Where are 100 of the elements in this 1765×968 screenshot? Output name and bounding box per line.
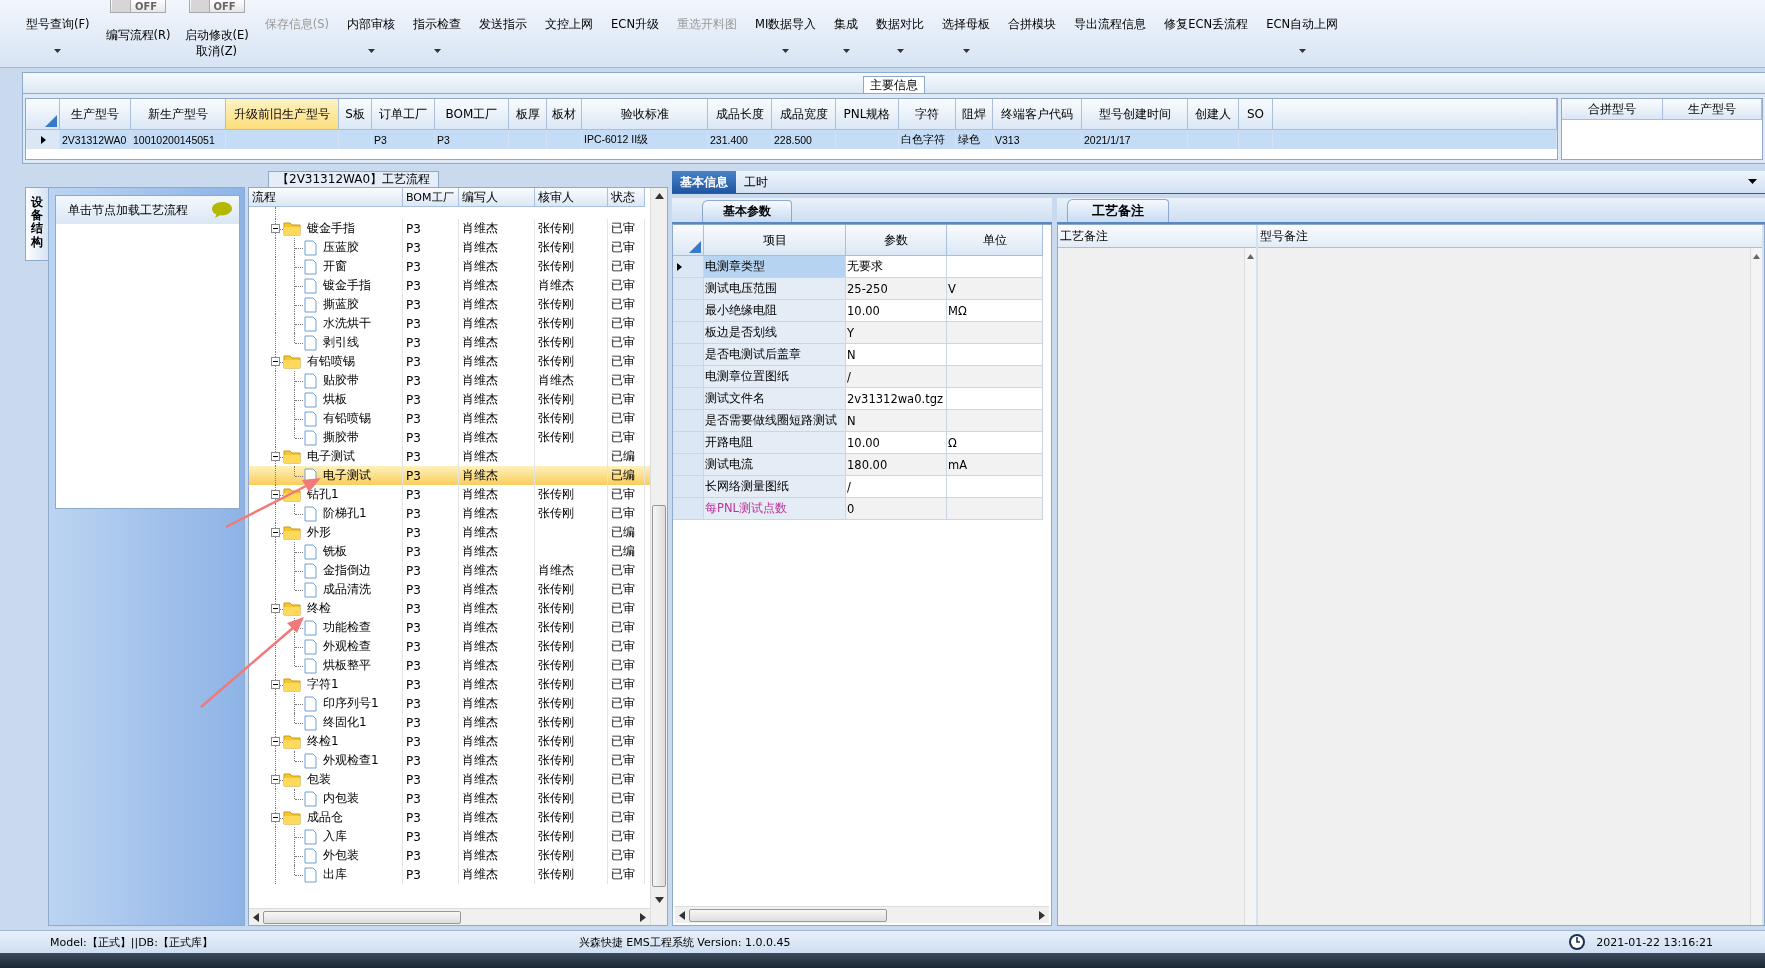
tree-row[interactable]: 有铅喷锡 P3 肖维杰 张传刚 已审 <box>249 409 650 428</box>
tree-row[interactable]: 金指倒边 P3 肖维杰 肖维杰 已审 <box>249 561 650 580</box>
scrollbar[interactable] <box>1244 248 1256 925</box>
column-header[interactable]: 状态 <box>608 188 645 207</box>
tree-row[interactable]: 终检1 P3 肖维杰 张传刚 已审 <box>249 732 650 751</box>
scroll-left-icon[interactable] <box>679 910 685 920</box>
tree-row[interactable]: 撕蓝胶 P3 肖维杰 张传刚 已审 <box>249 295 650 314</box>
column-header[interactable]: 编写人 <box>459 188 535 207</box>
expander-icon[interactable] <box>271 452 280 461</box>
expander-icon[interactable] <box>271 680 280 689</box>
toolbar-button[interactable]: 修复ECN丢流程 <box>1162 13 1251 59</box>
toggle-switch[interactable]: OFF <box>188 0 245 13</box>
tree-row[interactable]: 终固化1 P3 肖维杰 张传刚 已审 <box>249 713 650 732</box>
tab[interactable]: 工艺备注 <box>1067 199 1169 222</box>
tab[interactable]: 基本信息 <box>672 171 736 193</box>
tree-row[interactable]: 包装 P3 肖维杰 张传刚 已审 <box>249 770 650 789</box>
scroll-up-icon[interactable] <box>654 193 664 199</box>
column-header[interactable]: 终端客户代码 <box>993 99 1082 130</box>
column-header[interactable]: 字符 <box>899 99 956 130</box>
dropdown-icon[interactable] <box>1748 179 1757 184</box>
column-header[interactable]: S板 <box>339 99 372 130</box>
column-header[interactable]: 参数 <box>846 225 947 256</box>
expander-icon[interactable] <box>271 813 280 822</box>
tree-row[interactable]: 压蓝胶 P3 肖维杰 张传刚 已审 <box>249 238 650 257</box>
scroll-right-icon[interactable] <box>640 912 646 922</box>
column-header[interactable]: 创建人 <box>1188 99 1239 130</box>
tree-row[interactable]: 外包装 P3 肖维杰 张传刚 已审 <box>249 846 650 865</box>
tree-row[interactable]: 成品清洗 P3 肖维杰 张传刚 已审 <box>249 580 650 599</box>
tree-row[interactable]: 撕胶带 P3 肖维杰 张传刚 已审 <box>249 428 650 447</box>
tree-row[interactable]: 字符1 P3 肖维杰 张传刚 已审 <box>249 675 650 694</box>
tree-row[interactable]: 烘板整平 P3 肖维杰 张传刚 已审 <box>249 656 650 675</box>
tree-row[interactable]: 贴胶带 P3 肖维杰 肖维杰 已审 <box>249 371 650 390</box>
expander-icon[interactable] <box>271 737 280 746</box>
expander-icon[interactable] <box>271 528 280 537</box>
toolbar-button[interactable]: ECN升级 <box>609 13 661 59</box>
expander-icon[interactable] <box>271 490 280 499</box>
tree-row[interactable]: 终检 P3 肖维杰 张传刚 已审 <box>249 599 650 618</box>
column-header[interactable]: 成品长度 <box>708 99 772 130</box>
expander-icon[interactable] <box>271 775 280 784</box>
tree-row[interactable]: 开窗 P3 肖维杰 张传刚 已审 <box>249 257 650 276</box>
column-header[interactable]: 阻焊 <box>956 99 993 130</box>
toolbar-button[interactable]: 发送指示 <box>477 13 530 59</box>
column-header[interactable]: 新生产型号 <box>131 99 226 130</box>
column-header[interactable]: BOM工厂 <box>403 188 459 207</box>
tree-row[interactable]: 镀金手指 P3 肖维杰 张传刚 已审 <box>249 219 650 238</box>
tree-row[interactable]: 有铅喷锡 P3 肖维杰 张传刚 已审 <box>249 352 650 371</box>
scrollbar[interactable] <box>1750 248 1762 925</box>
tab[interactable]: 工时 <box>736 171 776 193</box>
corner-header[interactable] <box>673 225 704 256</box>
tree-row[interactable]: 外形 P3 肖维杰 已编 <box>249 523 650 542</box>
column-header[interactable]: 生产型号 <box>60 99 131 130</box>
tree-row[interactable]: 入库 P3 肖维杰 张传刚 已审 <box>249 827 650 846</box>
tree-row[interactable]: 外观检查1 P3 肖维杰 张传刚 已审 <box>249 751 650 770</box>
column-header[interactable]: 型号创建时间 <box>1082 99 1188 130</box>
scrollbar[interactable] <box>650 188 667 925</box>
row-header[interactable] <box>26 130 60 149</box>
column-header[interactable]: 板材 <box>547 99 582 130</box>
column-header[interactable]: 订单工厂 <box>372 99 435 130</box>
toolbar-button[interactable]: 合拼模块 <box>1006 13 1059 59</box>
column-header[interactable]: 流程 <box>249 188 403 207</box>
expander-icon[interactable] <box>271 357 280 366</box>
toolbar-button[interactable]: 数据对比 <box>874 13 927 59</box>
toolbar-button[interactable]: 内部审核 <box>345 13 398 59</box>
column-header[interactable]: BOM工厂 <box>435 99 509 130</box>
tree-row[interactable]: 剥引线 P3 肖维杰 张传刚 已审 <box>249 333 650 352</box>
scrollbar[interactable] <box>249 908 650 925</box>
column-header[interactable]: 单位 <box>947 225 1043 256</box>
toggle-switch[interactable]: OFF <box>110 0 167 13</box>
scrollbar[interactable] <box>675 906 1049 923</box>
toolbar-button[interactable]: 文控上网 <box>543 13 596 59</box>
corner-triangle-icon[interactable] <box>45 115 57 127</box>
corner-triangle-icon[interactable] <box>689 241 701 253</box>
tree-row[interactable]: 镀金手指 P3 肖维杰 肖维杰 已审 <box>249 276 650 295</box>
tree-row[interactable]: 阶梯孔1 P3 肖维杰 张传刚 已审 <box>249 504 650 523</box>
column-header[interactable]: 合拼型号 <box>1562 99 1663 120</box>
column-header[interactable]: 核审人 <box>535 188 608 207</box>
scroll-left-icon[interactable] <box>253 912 259 922</box>
toolbar-button[interactable]: 选择母板 <box>940 13 993 59</box>
toolbar-button[interactable]: 型号查询(F) <box>24 13 92 59</box>
tree-row[interactable]: 印序列号1 P3 肖维杰 张传刚 已审 <box>249 694 650 713</box>
toolbar-button[interactable]: 集成 <box>832 13 861 59</box>
tab[interactable]: 基本参数 <box>702 200 792 222</box>
column-header[interactable]: SO <box>1239 99 1273 130</box>
scroll-up-icon[interactable] <box>1753 254 1760 259</box>
scroll-down-icon[interactable] <box>654 897 664 903</box>
toolbar-button[interactable]: 导出流程信息 <box>1072 13 1149 59</box>
column-header[interactable]: 生产型号 <box>1663 99 1762 120</box>
toolbar-button[interactable]: ECN自动上网 <box>1264 13 1341 59</box>
tree-row[interactable]: 水洗烘干 P3 肖维杰 张传刚 已审 <box>249 314 650 333</box>
side-tab[interactable]: 设备结构 <box>25 187 48 261</box>
expander-icon[interactable] <box>271 224 280 233</box>
tree-row[interactable]: 电子测试 P3 肖维杰 已编 <box>249 466 650 485</box>
toolbar-button[interactable]: 指示检查 <box>411 13 464 59</box>
corner-header[interactable] <box>26 99 60 130</box>
tree-row[interactable]: 外观检查 P3 肖维杰 张传刚 已审 <box>249 637 650 656</box>
column-header[interactable]: 成品宽度 <box>772 99 836 130</box>
tree-row[interactable]: 内包装 P3 肖维杰 张传刚 已审 <box>249 789 650 808</box>
tree-row[interactable]: 成品仓 P3 肖维杰 张传刚 已审 <box>249 808 650 827</box>
expander-icon[interactable] <box>271 604 280 613</box>
tree-row[interactable]: 出库 P3 肖维杰 张传刚 已审 <box>249 865 650 884</box>
